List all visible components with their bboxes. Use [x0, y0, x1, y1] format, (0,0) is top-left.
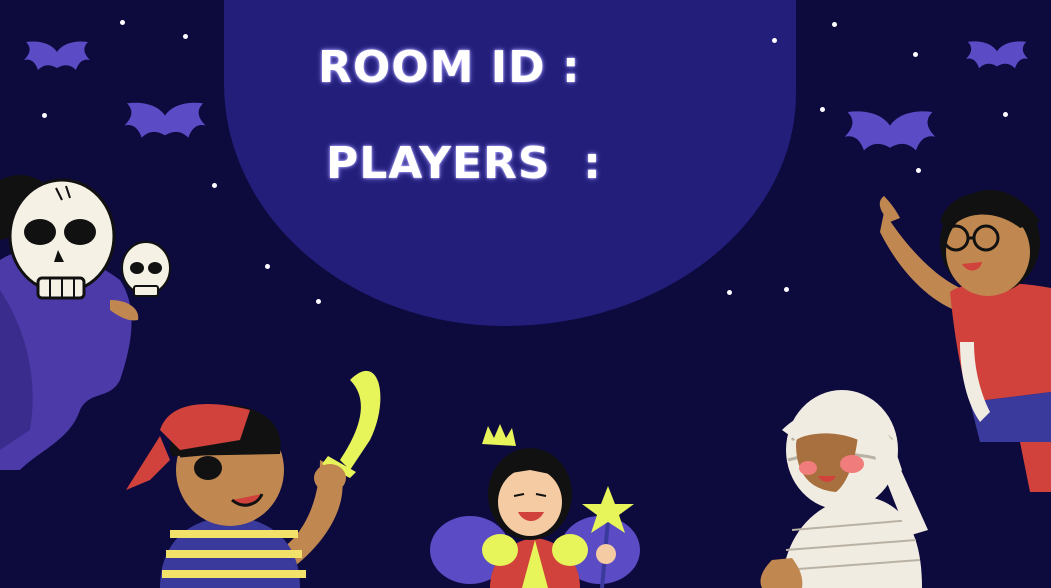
- players-label: PLAYERS :: [326, 138, 602, 189]
- star-icon: [820, 107, 825, 112]
- star-icon: [772, 38, 777, 43]
- star-icon: [913, 52, 918, 57]
- star-icon: [1003, 112, 1008, 117]
- princess-character: [430, 424, 640, 588]
- pirate-character: [126, 370, 381, 588]
- star-icon: [727, 290, 732, 295]
- bat-icon: [965, 41, 1029, 69]
- star-icon: [42, 113, 47, 118]
- bat-icon: [844, 111, 936, 151]
- star-icon: [183, 34, 188, 39]
- star-icon: [212, 183, 217, 188]
- star-icon: [832, 22, 837, 27]
- glasses-girl-character: [879, 190, 1051, 492]
- game-lobby-screen: ROOM ID : PLAYERS :: [0, 0, 1051, 588]
- bat-icon: [124, 102, 206, 138]
- star-icon: [120, 20, 125, 25]
- star-icon: [784, 287, 789, 292]
- bat-icon: [24, 41, 90, 70]
- star-icon: [265, 264, 270, 269]
- star-icon: [316, 299, 321, 304]
- skull-icon: [121, 241, 171, 297]
- room-id-label: ROOM ID :: [318, 42, 581, 93]
